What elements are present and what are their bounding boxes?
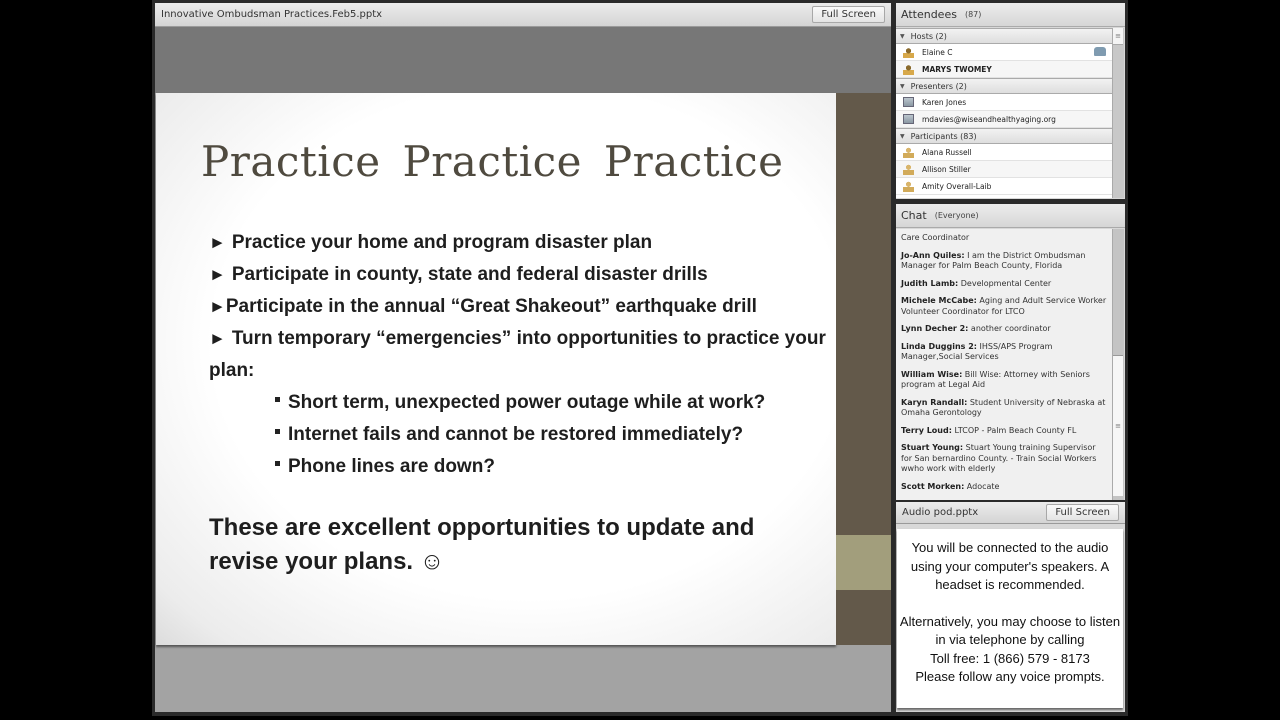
- chat-title: Chat: [901, 209, 927, 222]
- audio-pod: Audio pod.pptx Full Screen You will be c…: [896, 502, 1125, 712]
- participant-icon: [903, 146, 914, 158]
- collapse-triangle-icon: ▼: [900, 132, 905, 140]
- chat-messages: Care Coordinator Jo-Ann Quiles: I am the…: [896, 229, 1112, 500]
- chat-message: Lynn Decher 2: another coordinator: [901, 324, 1051, 333]
- chat-scroll-thumb[interactable]: ≡: [1113, 355, 1123, 496]
- chat-header: Chat (Everyone): [896, 204, 1125, 228]
- attendee-row[interactable]: Karen Jones: [896, 94, 1112, 111]
- audio-line: Please follow any voice prompts.: [915, 669, 1105, 684]
- toll-free-number: Toll free: 1 (866) 579 - 8173: [930, 650, 1090, 666]
- attendee-row[interactable]: Elaine C: [896, 44, 1112, 61]
- slide-side-band: [836, 93, 891, 645]
- sub-bullet: Phone lines are down?: [275, 451, 829, 483]
- share-pod-title: Innovative Ombudsman Practices.Feb5.pptx: [161, 9, 383, 20]
- chat-message: William Wise: Bill Wise: Attorney with S…: [901, 369, 1090, 390]
- slide-accent-block: [836, 535, 891, 590]
- audio-instructions: You will be connected to the audio using…: [897, 529, 1123, 708]
- share-background: [155, 27, 891, 93]
- chat-scope[interactable]: (Everyone): [935, 211, 979, 220]
- host-icon: [903, 46, 914, 58]
- audio-pod-header: Audio pod.pptx Full Screen: [896, 502, 1125, 524]
- bullet: ►Participate in the annual “Great Shakeo…: [209, 296, 757, 317]
- chat-message: Jo-Ann Quiles: I am the District Ombudsm…: [901, 250, 1086, 271]
- attendees-scroll-thumb[interactable]: ≡: [1113, 28, 1123, 45]
- collapse-triangle-icon: ▼: [900, 32, 905, 40]
- chat-message: Linda Duggins 2: IHSS/APS Program Manage…: [901, 341, 1053, 362]
- square-bullet-icon: [275, 429, 280, 435]
- bullet: ► Practice your home and program disaster…: [209, 232, 653, 253]
- chat-message: Scott Morken: Adocate: [901, 481, 1000, 491]
- attendees-header: Attendees (87): [896, 3, 1125, 27]
- audio-line: Alternatively, you may choose to listen …: [899, 613, 1121, 648]
- attendees-title: Attendees: [901, 8, 957, 21]
- chat-message: Terry Loud: LTCOP - Palm Beach County FL: [901, 425, 1077, 435]
- square-bullet-icon: [275, 461, 280, 467]
- attendees-scrollbar[interactable]: ≡: [1112, 28, 1124, 198]
- slide-closing-text: These are excellent opportunities to upd…: [209, 514, 755, 575]
- attendees-count: (87): [964, 10, 982, 19]
- chat-message: Stuart Young: Stuart Young training Supe…: [901, 443, 1097, 473]
- bullet: ► Turn temporary “emergencies” into oppor…: [209, 328, 826, 381]
- chat-message: Judith Lamb: Developmental Center: [901, 278, 1052, 288]
- presenter-icon: [903, 97, 914, 107]
- attendee-row[interactable]: mdavies@wiseandhealthyaging.org: [896, 111, 1112, 128]
- sub-bullet: Short term, unexpected power outage whil…: [275, 387, 829, 419]
- share-pod: Innovative Ombudsman Practices.Feb5.pptx…: [155, 3, 891, 712]
- presenter-icon: [903, 114, 914, 124]
- collapse-triangle-icon: ▼: [900, 82, 905, 90]
- arrow-bullet-icon: ►: [209, 265, 226, 284]
- attendee-row[interactable]: Alana Russell: [896, 144, 1112, 161]
- full-screen-button[interactable]: Full Screen: [812, 6, 885, 23]
- chat-scrollbar[interactable]: ≡: [1112, 229, 1124, 500]
- group-participants[interactable]: ▼ Participants (83): [896, 128, 1112, 144]
- arrow-bullet-icon: ►: [209, 297, 226, 316]
- participant-icon: [903, 180, 914, 192]
- square-bullet-icon: [275, 397, 280, 403]
- host-icon: [903, 63, 914, 75]
- attendees-pod: Attendees (87) ▼ Hosts (2) Elaine C MARYS…: [896, 3, 1125, 199]
- chat-message: Karyn Randall: Student University of Neb…: [901, 397, 1106, 418]
- audio-paragraph-1: You will be connected to the audio using…: [910, 540, 1110, 592]
- attendee-list: ▼ Hosts (2) Elaine C MARYS TWOMEY ▼ Presen…: [896, 28, 1112, 198]
- chat-message: Michele McCabe: Aging and Adult Service …: [901, 296, 1107, 316]
- telephone-icon: [1094, 47, 1106, 56]
- arrow-bullet-icon: ►: [209, 233, 226, 252]
- participant-icon: [903, 163, 914, 175]
- bullet: ► Participate in county, state and federa…: [209, 264, 708, 285]
- group-presenters[interactable]: ▼ Presenters (2): [896, 78, 1112, 94]
- slide: Practice Practice Practice ► Practice you…: [156, 93, 836, 645]
- attendee-row[interactable]: Allison Stiller: [896, 161, 1112, 178]
- slide-bullets: ► Practice your home and program disaster…: [209, 227, 829, 483]
- arrow-bullet-icon: ►: [209, 329, 226, 348]
- audio-full-screen-button[interactable]: Full Screen: [1046, 504, 1119, 521]
- share-pod-header: Innovative Ombudsman Practices.Feb5.pptx…: [155, 3, 891, 27]
- attendee-row[interactable]: MARYS TWOMEY: [896, 61, 1112, 78]
- chat-pod: Chat (Everyone) Care Coordinator Jo-Ann …: [896, 204, 1125, 500]
- sub-bullet: Internet fails and cannot be restored im…: [275, 419, 829, 451]
- audio-pod-title: Audio pod.pptx: [902, 507, 979, 518]
- slide-title: Practice Practice Practice: [201, 137, 784, 186]
- attendee-row[interactable]: Amity Overall-Laib: [896, 178, 1112, 195]
- group-hosts[interactable]: ▼ Hosts (2): [896, 28, 1112, 44]
- chat-message: Care Coordinator: [901, 233, 970, 242]
